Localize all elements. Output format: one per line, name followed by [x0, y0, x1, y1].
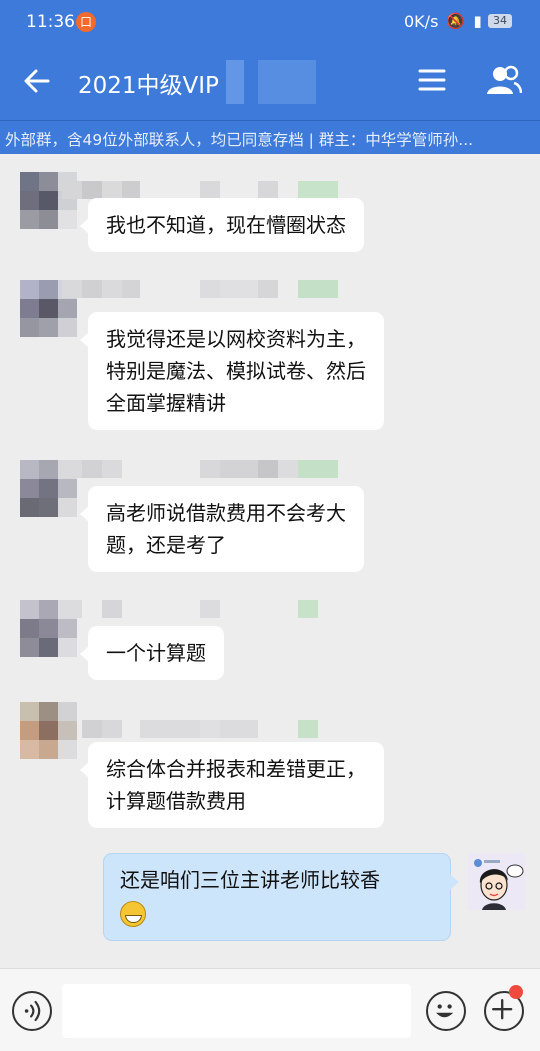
- message-text: 高老师说借款费用不会考大: [106, 501, 346, 525]
- message-text: 我觉得还是以网校资料为主，: [106, 327, 366, 351]
- message-text: 全面掌握精讲: [106, 391, 226, 415]
- chat-area[interactable]: 我也不知道，现在懵圈状态 我觉得还是以网校资料为主， 特别是魔法、模拟试卷、然后…: [0, 154, 540, 968]
- sender-name-redacted: [62, 460, 338, 478]
- status-bar: 11:36 口 0K/s 🔕 ▮ 34: [0, 0, 540, 44]
- message-text: 题，还是考了: [106, 533, 226, 557]
- status-time: 11:36: [26, 12, 75, 32]
- group-info-bar[interactable]: 外部群，含49位外部联系人，均已同意存档 | 群主：中华学管师孙...: [0, 120, 540, 154]
- redacted-title-part: [258, 60, 316, 104]
- network-speed: 0K/s: [404, 12, 439, 31]
- title-bar: 2021中级VIP: [0, 44, 540, 120]
- my-avatar[interactable]: [468, 853, 525, 910]
- menu-icon[interactable]: [416, 64, 448, 96]
- message-text: 综合体合并报表和差错更正，: [106, 757, 366, 781]
- input-bar: [0, 968, 540, 1051]
- message-text: 我也不知道，现在懵圈状态: [106, 213, 346, 237]
- message-text: 计算题借款费用: [106, 789, 246, 813]
- sender-name-redacted: [62, 720, 318, 738]
- message-text: 一个计算题: [106, 641, 206, 665]
- message-bubble[interactable]: 高老师说借款费用不会考大 题，还是考了: [80, 486, 364, 572]
- message-input[interactable]: [62, 984, 411, 1038]
- back-arrow-icon[interactable]: [20, 64, 54, 98]
- message-text: 特别是魔法、模拟试卷、然后: [106, 359, 366, 383]
- voice-icon[interactable]: [12, 991, 52, 1031]
- redacted-title-part: [226, 60, 244, 104]
- notification-dot: [509, 985, 523, 999]
- message-bubble[interactable]: 一个计算题: [80, 626, 224, 680]
- chat-title: 2021中级VIP: [78, 73, 219, 99]
- sender-name-redacted: [62, 280, 338, 298]
- grinning-face-emoji-icon: [120, 900, 146, 927]
- message-bubble[interactable]: 综合体合并报表和差错更正， 计算题借款费用: [80, 742, 384, 828]
- signal-icons: 🔕 ▮: [446, 12, 484, 30]
- message-bubble[interactable]: 我也不知道，现在懵圈状态: [80, 198, 364, 252]
- message-bubble[interactable]: 我觉得还是以网校资料为主， 特别是魔法、模拟试卷、然后 全面掌握精讲: [80, 312, 384, 430]
- notification-icon: 口: [76, 12, 96, 32]
- sender-name-redacted: [62, 600, 318, 618]
- battery-icon: 34: [488, 14, 512, 28]
- message-text: 还是咱们三位主讲老师比较香: [120, 868, 380, 892]
- sender-name-redacted: [62, 181, 338, 199]
- my-message-bubble[interactable]: 还是咱们三位主讲老师比较香: [103, 853, 459, 941]
- emoji-icon[interactable]: [426, 991, 466, 1031]
- members-icon[interactable]: [486, 64, 522, 96]
